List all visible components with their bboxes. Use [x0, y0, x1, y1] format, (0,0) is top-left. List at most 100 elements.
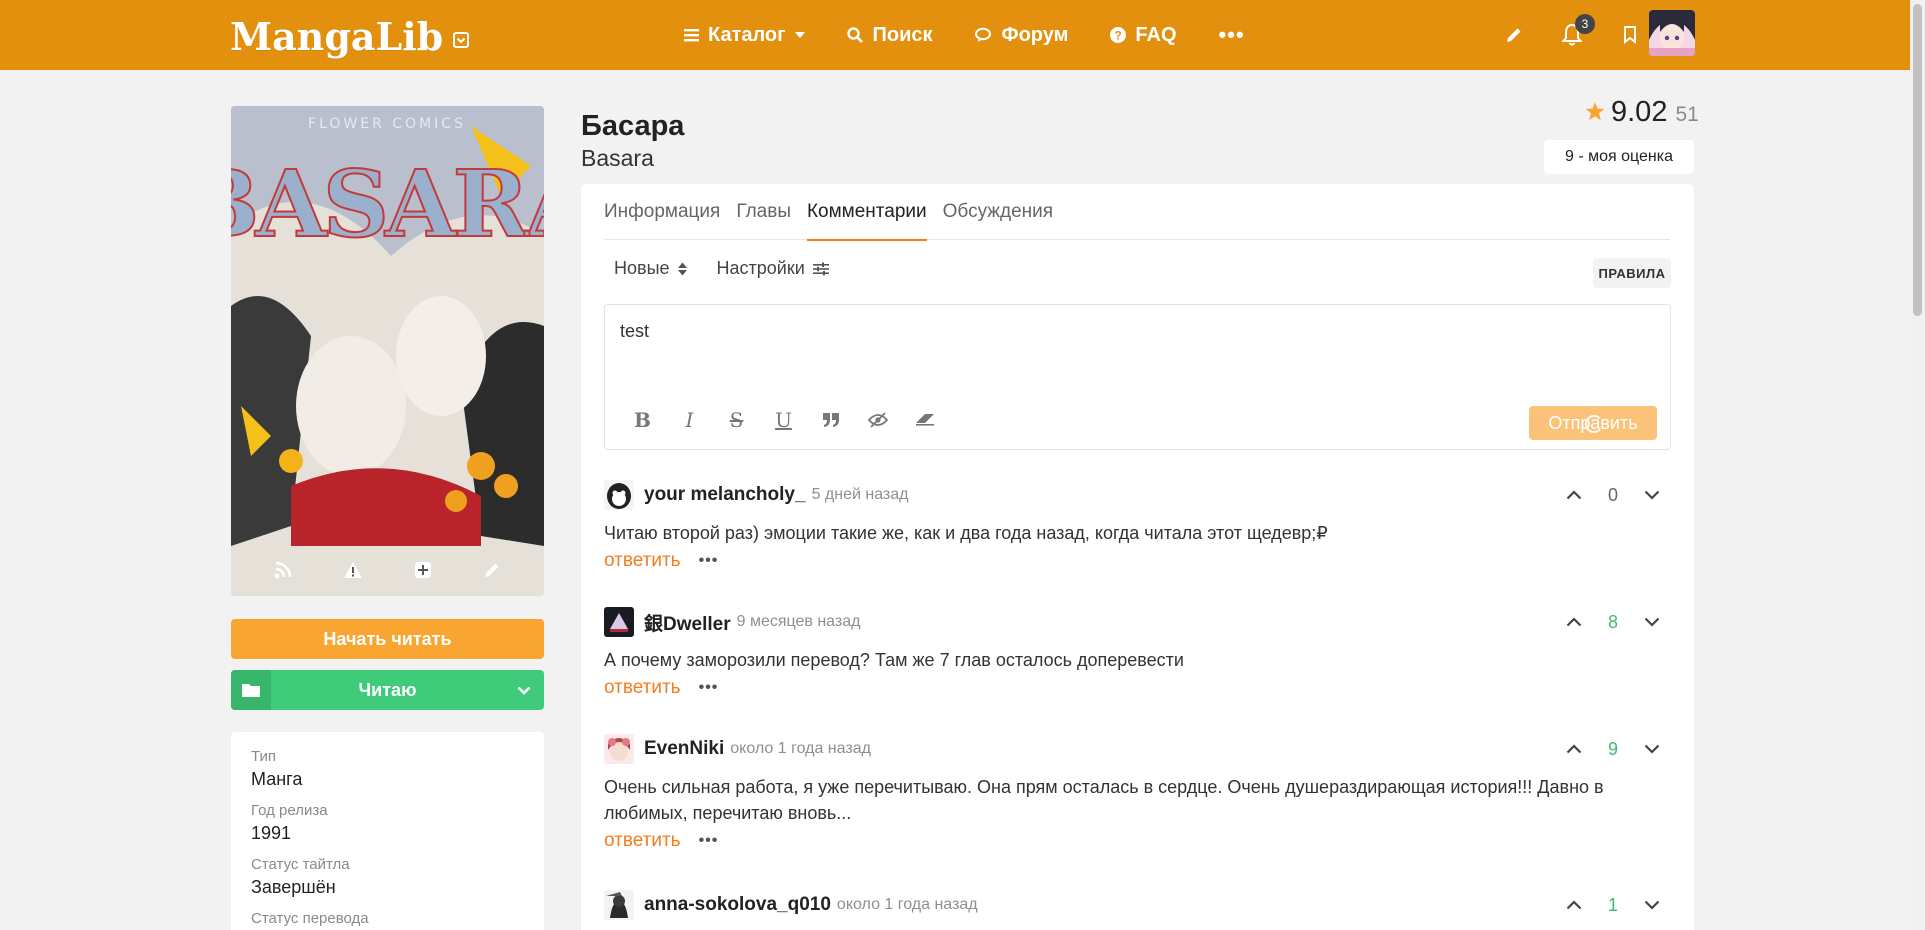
- vote-count: 8: [1607, 611, 1618, 632]
- reading-status-button[interactable]: Читаю: [231, 670, 544, 710]
- avatar[interactable]: [604, 890, 634, 920]
- chevron-down-icon: [795, 32, 806, 38]
- comment-author[interactable]: EvenNiki: [644, 738, 724, 760]
- manga-info-card: Тип Манга Год релиза 1991 Статус тайтла …: [231, 732, 544, 930]
- avatar-image: [604, 480, 634, 510]
- nav-search[interactable]: Поиск: [847, 0, 933, 70]
- comment-votes: 0: [1555, 480, 1671, 510]
- spoiler-button[interactable]: [854, 405, 901, 435]
- downvote-button[interactable]: [1633, 734, 1671, 764]
- manga-cover[interactable]: FLOWER COMICS BASARA: [231, 106, 544, 596]
- start-reading-button[interactable]: Начать читать: [231, 619, 544, 659]
- upvote-button[interactable]: [1555, 607, 1593, 637]
- comment-author[interactable]: anna-sokolova_q010: [644, 894, 831, 916]
- info-release-year: Год релиза 1991: [251, 802, 524, 844]
- more-options-icon[interactable]: •••: [699, 832, 719, 850]
- warning-icon[interactable]: [343, 561, 363, 579]
- my-rating-button[interactable]: 9 - моя оценка: [1544, 140, 1694, 174]
- sort-dropdown[interactable]: Новые: [614, 258, 687, 279]
- comment-text: Очень сильная работа, я уже перечитываю.…: [604, 777, 1604, 823]
- tab-comments[interactable]: Комментарии: [806, 184, 927, 241]
- reply-button[interactable]: ответить: [604, 550, 681, 572]
- more-options-icon[interactable]: •••: [699, 679, 719, 697]
- site-logo[interactable]: MangaLib: [230, 14, 470, 59]
- bold-button[interactable]: B: [619, 405, 666, 435]
- menu-icon: [684, 29, 699, 42]
- rating-count: 51: [1675, 103, 1699, 126]
- nav-forum[interactable]: Форум: [974, 0, 1069, 70]
- comment-editor[interactable]: test B I S U Отправить: [604, 304, 1671, 450]
- chevron-up-icon: [1566, 617, 1582, 627]
- star-icon: [1585, 102, 1605, 121]
- nav-catalog[interactable]: Каталог: [684, 0, 806, 70]
- eye-slash-icon: [867, 412, 888, 428]
- chevron-up-icon: [1566, 900, 1582, 910]
- comment-item: your melancholy_ 5 дней назад 0 Читаю вт…: [604, 480, 1671, 572]
- avatar[interactable]: [604, 480, 634, 510]
- underline-button[interactable]: U: [760, 405, 807, 435]
- nav-catalog-label: Каталог: [708, 23, 786, 46]
- clear-format-button[interactable]: [901, 405, 948, 435]
- avatar[interactable]: [604, 607, 634, 637]
- reading-status-label: Читаю: [358, 679, 417, 700]
- nav-more-button[interactable]: •••: [1219, 0, 1245, 70]
- comment-author[interactable]: 銀Dweller: [644, 609, 731, 636]
- chevron-up-icon: [1566, 490, 1582, 500]
- settings-dropdown[interactable]: Настройки: [717, 258, 829, 279]
- info-value[interactable]: Завершён: [251, 877, 524, 898]
- logo-dropdown-icon[interactable]: [453, 32, 470, 48]
- reply-button[interactable]: ответить: [604, 830, 681, 852]
- more-options-icon[interactable]: •••: [699, 552, 719, 570]
- user-toolbar: 3: [1485, 0, 1659, 70]
- upvote-button[interactable]: [1555, 890, 1593, 920]
- edit-button[interactable]: [1485, 0, 1543, 70]
- comment-input[interactable]: test: [620, 321, 649, 342]
- nav-forum-label: Форум: [1001, 23, 1069, 46]
- avatar-image: [604, 607, 634, 637]
- avatar-image: [1649, 10, 1695, 56]
- upvote-button[interactable]: [1555, 480, 1593, 510]
- user-avatar[interactable]: [1649, 10, 1695, 56]
- italic-button[interactable]: I: [666, 405, 713, 435]
- chevron-down-icon: [504, 686, 544, 695]
- chevron-down-icon: [1644, 744, 1660, 754]
- comment-author[interactable]: your melancholy_: [644, 484, 806, 506]
- scrollbar-thumb[interactable]: [1913, 4, 1922, 316]
- rss-icon[interactable]: [274, 561, 292, 579]
- rules-button[interactable]: ПРАВИЛА: [1593, 258, 1671, 288]
- quote-icon: [822, 413, 839, 427]
- rating-summary: 9.02 51: [1585, 96, 1699, 129]
- avatar[interactable]: [604, 734, 634, 764]
- comment-votes: 1: [1555, 890, 1671, 920]
- tab-information[interactable]: Информация: [604, 184, 720, 240]
- page-scrollbar[interactable]: [1910, 0, 1925, 930]
- pencil-icon: [1507, 28, 1521, 42]
- info-title-status: Статус тайтла Завершён: [251, 856, 524, 898]
- quote-button[interactable]: [807, 405, 854, 435]
- downvote-button[interactable]: [1633, 480, 1671, 510]
- send-button[interactable]: Отправить: [1529, 406, 1657, 440]
- strikethrough-button[interactable]: S: [713, 405, 760, 435]
- pencil-icon[interactable]: [483, 561, 501, 579]
- bold-icon: B: [634, 408, 651, 432]
- nav-faq[interactable]: ? FAQ: [1110, 0, 1177, 70]
- underline-icon: U: [775, 408, 792, 432]
- upvote-button[interactable]: [1555, 734, 1593, 764]
- notifications-button[interactable]: 3: [1543, 0, 1601, 70]
- chevron-up-icon: [1566, 744, 1582, 754]
- info-translation-status: Статус перевода: [251, 910, 524, 927]
- tab-discussions[interactable]: Обсуждения: [943, 184, 1053, 240]
- chevron-down-icon: [1644, 490, 1660, 500]
- tab-chapters[interactable]: Главы: [736, 184, 791, 240]
- info-value[interactable]: Манга: [251, 769, 524, 790]
- avatar-image: [604, 734, 634, 764]
- nav-search-label: Поиск: [872, 23, 933, 46]
- downvote-button[interactable]: [1633, 890, 1671, 920]
- info-value[interactable]: 1991: [251, 823, 524, 844]
- info-key: Тип: [251, 748, 277, 765]
- sliders-icon: [812, 262, 829, 275]
- add-to-list-icon[interactable]: [414, 561, 432, 579]
- reply-button[interactable]: ответить: [604, 677, 681, 699]
- vote-count: 0: [1607, 484, 1618, 505]
- downvote-button[interactable]: [1633, 607, 1671, 637]
